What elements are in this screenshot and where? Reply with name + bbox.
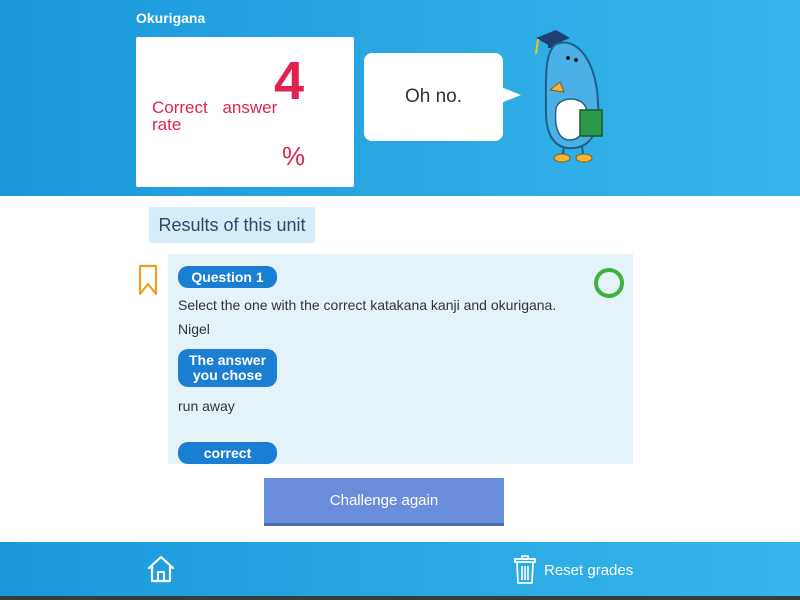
correct-rate-label: Correct answer rate [152, 98, 278, 134]
speech-text: Oh no. [404, 86, 463, 107]
question-prompt: Select the one with the correct katakana… [178, 297, 557, 313]
circle-mark-icon [594, 268, 624, 298]
question-number-badge: Question 1 [178, 266, 277, 288]
correct-rate-unit: % [282, 141, 306, 171]
bottom-nav-bar [0, 542, 800, 596]
trash-icon [514, 555, 536, 584]
question-choice-text: Nigel [178, 321, 210, 337]
bookmark-icon[interactable] [138, 264, 158, 296]
penguin-mascot-image [535, 30, 603, 163]
question-result-card: Question 1 Select the one with the corre… [168, 254, 633, 464]
chosen-answer-badge: The answer you chose [178, 349, 277, 387]
challenge-again-button[interactable]: Challenge again [264, 478, 504, 526]
reset-grades-button[interactable]: Reset grades [514, 554, 633, 586]
results-heading: Results of this unit [149, 207, 315, 243]
speech-bubble: Oh no. [364, 53, 521, 141]
unit-title: Okurigana [136, 10, 206, 26]
chosen-answer-text: run away [178, 398, 235, 414]
chosen-answer-badge-line1: The answer [188, 352, 267, 368]
correct-rate-value: 4 [274, 51, 305, 111]
home-icon[interactable] [146, 554, 176, 584]
score-card: Correct answer rate 4 % [136, 37, 354, 187]
bottom-edge-divider [0, 596, 800, 600]
correct-answer-badge: correct answer [178, 442, 277, 464]
reset-grades-label: Reset grades [544, 561, 634, 579]
chosen-answer-badge-line2: you chose [192, 367, 263, 383]
